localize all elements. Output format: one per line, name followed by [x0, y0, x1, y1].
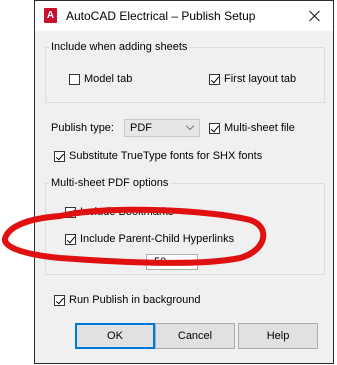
include-bookmarks-checkbox[interactable]	[65, 207, 76, 218]
run-background-label: Run Publish in background	[69, 294, 201, 306]
multi-sheet-file-checkbox[interactable]	[209, 123, 220, 134]
first-layout-tab-checkbox[interactable]	[209, 74, 220, 85]
publish-type-label: Publish type:	[51, 122, 114, 134]
publish-type-value: PDF	[130, 122, 152, 134]
first-layout-tab-label: First layout tab	[224, 73, 297, 85]
include-hyperlinks-checkbox[interactable]	[65, 234, 76, 245]
cancel-button[interactable]: Cancel	[155, 323, 235, 349]
window-title: AutoCAD Electrical – Publish Setup	[66, 9, 256, 23]
chevron-down-icon	[185, 121, 195, 131]
pdf-options-legend: Multi-sheet PDF options	[49, 177, 171, 189]
substitute-fonts-checkbox[interactable]	[54, 151, 65, 162]
multi-sheet-file-label: Multi-sheet file	[224, 122, 295, 134]
model-tab-label: Model tab	[84, 73, 133, 85]
substitute-fonts-label: Substitute TrueType fonts for SHX fonts	[69, 150, 263, 162]
publish-type-select[interactable]: PDF	[124, 119, 200, 137]
close-icon[interactable]	[305, 6, 325, 26]
autocad-app-icon: A	[44, 8, 57, 23]
include-hyperlinks-label: Include Parent-Child Hyperlinks	[80, 233, 235, 245]
help-button[interactable]: Help	[238, 323, 318, 349]
include-sheets-legend: Include when adding sheets	[49, 41, 190, 53]
spinner-up-icon[interactable]	[184, 256, 196, 268]
include-bookmarks-label: Include Bookmarks	[80, 206, 174, 218]
run-background-checkbox[interactable]	[54, 295, 65, 306]
model-tab-checkbox[interactable]	[69, 74, 80, 85]
level-spinner[interactable]: 50	[146, 254, 198, 270]
spinner-value: 50	[154, 256, 167, 268]
ok-button[interactable]: OK	[75, 323, 155, 349]
title-bar: A AutoCAD Electrical – Publish Setup	[35, 1, 333, 31]
publish-setup-dialog: A AutoCAD Electrical – Publish Setup Inc…	[34, 0, 334, 364]
